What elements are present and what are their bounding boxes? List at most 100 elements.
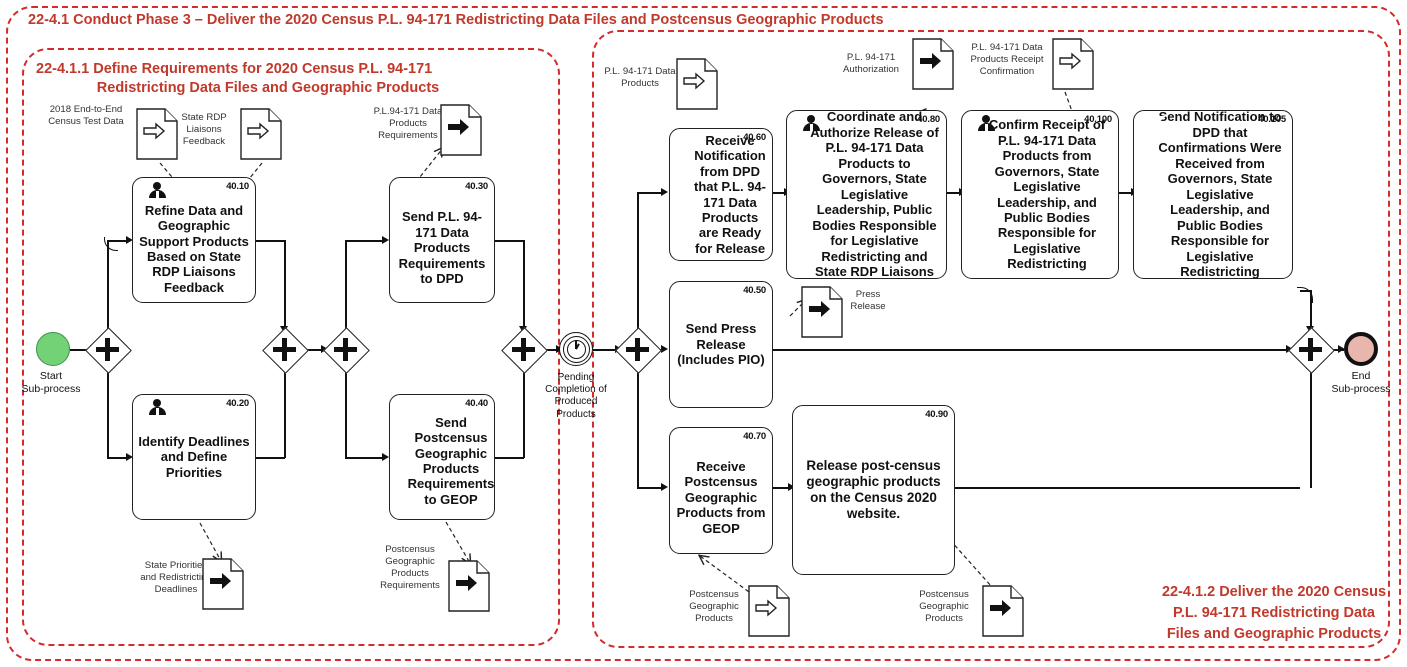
data-object-state-priorities [202, 558, 244, 610]
task-number: 40.10 [226, 181, 249, 192]
data-object-liaison-feedback [240, 108, 282, 160]
flow-g3-down-h [345, 457, 383, 459]
bpmn-diagram: 22-4.1 Conduct Phase 3 – Deliver the 202… [0, 0, 1407, 667]
task-number: 40.105 [1258, 114, 1286, 125]
user-icon [138, 182, 166, 198]
task-number: 40.60 [743, 132, 766, 143]
flow-4020-to-g2-h [255, 457, 285, 459]
pool-subprocess-2-title: 22-4.1.2 Deliver the 2020 Census P.L. 94… [1161, 583, 1387, 642]
task-label: Send Postcensus Geographic Products Requ… [407, 414, 495, 507]
data-object-pl-data-products [676, 58, 718, 110]
data-object-postcensus-out [982, 585, 1024, 637]
flow-g5-up-h [637, 192, 662, 194]
data-object-postcensus-requirements [448, 560, 490, 612]
task-label: Identify Deadlines and Define Priorities [138, 433, 250, 480]
envelope-icon [675, 286, 695, 302]
arrowhead [661, 345, 668, 353]
task-40-40[interactable]: 40.40 Send Postcensus Geographic Product… [389, 394, 495, 520]
flow-4090-to-g6-h [955, 487, 1300, 489]
envelope-icon [395, 399, 415, 415]
data-object-label-postcensus-out: Postcensus Geographic Products [919, 589, 969, 624]
task-label: Release post-census geographic products … [806, 457, 941, 522]
data-object-label-pl-authorization: P.L. 94-171 Authorization [843, 52, 899, 75]
timer-event-label: Pending Completion of Produced Products [545, 372, 607, 420]
arrowhead [661, 188, 668, 196]
flow-g3-up-h [345, 240, 383, 242]
pool-subprocess-1-title: 22-4.1.1 Define Requirements for 2020 Ce… [36, 60, 546, 97]
task-40-60[interactable]: 40.60 Receive Notification from DPD that… [669, 128, 773, 261]
task-label: Send Notification to DPD that Confirmati… [1158, 109, 1282, 280]
diagram-title: 22-4.1 Conduct Phase 3 – Deliver the 202… [28, 12, 884, 28]
task-40-90[interactable]: 40.90 Release post-census geographic pro… [792, 405, 955, 575]
task-40-10[interactable]: 40.10 Refine Data and Geographic Support… [132, 177, 256, 303]
arrowhead [382, 236, 389, 244]
task-number: 40.70 [743, 431, 766, 442]
data-object-label-receipt-confirmation: P.L. 94-171 Data Products Receipt Confir… [970, 42, 1044, 77]
task-40-20[interactable]: 40.20 Identify Deadlines and Define Prio… [132, 394, 256, 520]
envelope-icon [798, 410, 818, 426]
flow-g1-up [107, 240, 109, 332]
task-number: 40.100 [1084, 114, 1112, 125]
flow-g3-up [345, 240, 347, 332]
envelope-icon [675, 133, 695, 149]
task-40-105[interactable]: 40.105 Send Notification to DPD that Con… [1133, 109, 1293, 280]
task-number: 40.50 [743, 285, 766, 296]
task-number: 40.30 [465, 181, 488, 192]
task-label: Coordinate and Authorize Release of P.L.… [810, 109, 939, 280]
flow-g1-down-h [107, 457, 127, 459]
arrowhead [661, 483, 668, 491]
arrowhead [382, 453, 389, 461]
data-object-pl-authorization [912, 38, 954, 90]
envelope-icon [1139, 115, 1159, 131]
data-object-postcensus-in [748, 585, 790, 637]
data-object-label-press-release: Press Release [850, 289, 886, 312]
task-label: Send P.L. 94-171 Data Products Requireme… [398, 209, 486, 287]
flow-4050-to-g6 [773, 349, 1289, 351]
task-number: 40.90 [925, 409, 948, 420]
data-object-label-postcensus-requirements: Postcensus Geographic Products Requireme… [380, 544, 440, 591]
data-object-label-test-data: 2018 End-to-End Census Test Data [48, 104, 124, 127]
gateway-parallel-4[interactable] [500, 326, 548, 374]
task-label: Receive Notification from DPD that P.L. … [693, 132, 766, 256]
user-icon [792, 115, 820, 131]
task-number: 40.20 [226, 398, 249, 409]
task-label: Refine Data and Geographic Support Produ… [139, 202, 249, 295]
task-label: Send Press Release (Includes PIO) [677, 321, 765, 368]
gateway-parallel-1[interactable] [84, 326, 132, 374]
timer-event[interactable] [559, 332, 593, 366]
flow-4010-to-g2-v [284, 240, 286, 332]
envelope-icon [395, 182, 415, 198]
gateway-parallel-5[interactable] [614, 326, 662, 374]
flow-4030-to-g4-h [495, 240, 524, 242]
data-object-label-postcensus-in: Postcensus Geographic Products [689, 589, 739, 624]
gateway-parallel-6[interactable] [1287, 326, 1335, 374]
flow-g3-down [345, 366, 347, 458]
pool-1-title-line-1: 22-4.1.1 Define Requirements for 2020 Ce… [36, 61, 433, 77]
flow-4020-to-g2-v [284, 366, 286, 458]
pool-1-title-line-2: Redistricting Data Files and Geographic … [96, 79, 440, 96]
flow-g1-down [107, 366, 109, 458]
flow-4040-to-g4-h [495, 457, 524, 459]
gateway-parallel-3[interactable] [322, 326, 370, 374]
end-event[interactable] [1344, 332, 1378, 366]
gateway-parallel-2[interactable] [261, 326, 309, 374]
task-40-70[interactable]: 40.70 Receive Postcensus Geographic Prod… [669, 427, 773, 554]
data-object-receipt-confirmation [1052, 38, 1094, 90]
flow-4030-to-g4-v [523, 240, 525, 332]
user-icon [138, 399, 166, 415]
data-object-pl-requirements [440, 104, 482, 156]
user-icon [967, 115, 995, 131]
start-event-label: Start Sub-process [21, 370, 81, 396]
task-40-50[interactable]: 40.50 Send Press Release (Includes PIO) [669, 281, 773, 408]
flow-4010-to-g2-h [255, 240, 285, 242]
task-40-80[interactable]: 40.80 Coordinate and Authorize Release o… [786, 109, 947, 280]
task-40-30[interactable]: 40.30 Send P.L. 94-171 Data Products Req… [389, 177, 495, 303]
start-event[interactable] [36, 332, 70, 366]
data-object-press-release [801, 286, 843, 338]
flow-g5-down-h [637, 487, 662, 489]
data-object-label-liaison-feedback: State RDP Liaisons Feedback [181, 112, 227, 147]
task-label: Receive Postcensus Geographic Products f… [676, 458, 766, 536]
envelope-icon [675, 432, 695, 448]
task-label: Confirm Receipt of P.L. 94-171 Data Prod… [988, 117, 1106, 272]
task-40-100[interactable]: 40.100 Confirm Receipt of P.L. 94-171 Da… [961, 110, 1119, 279]
